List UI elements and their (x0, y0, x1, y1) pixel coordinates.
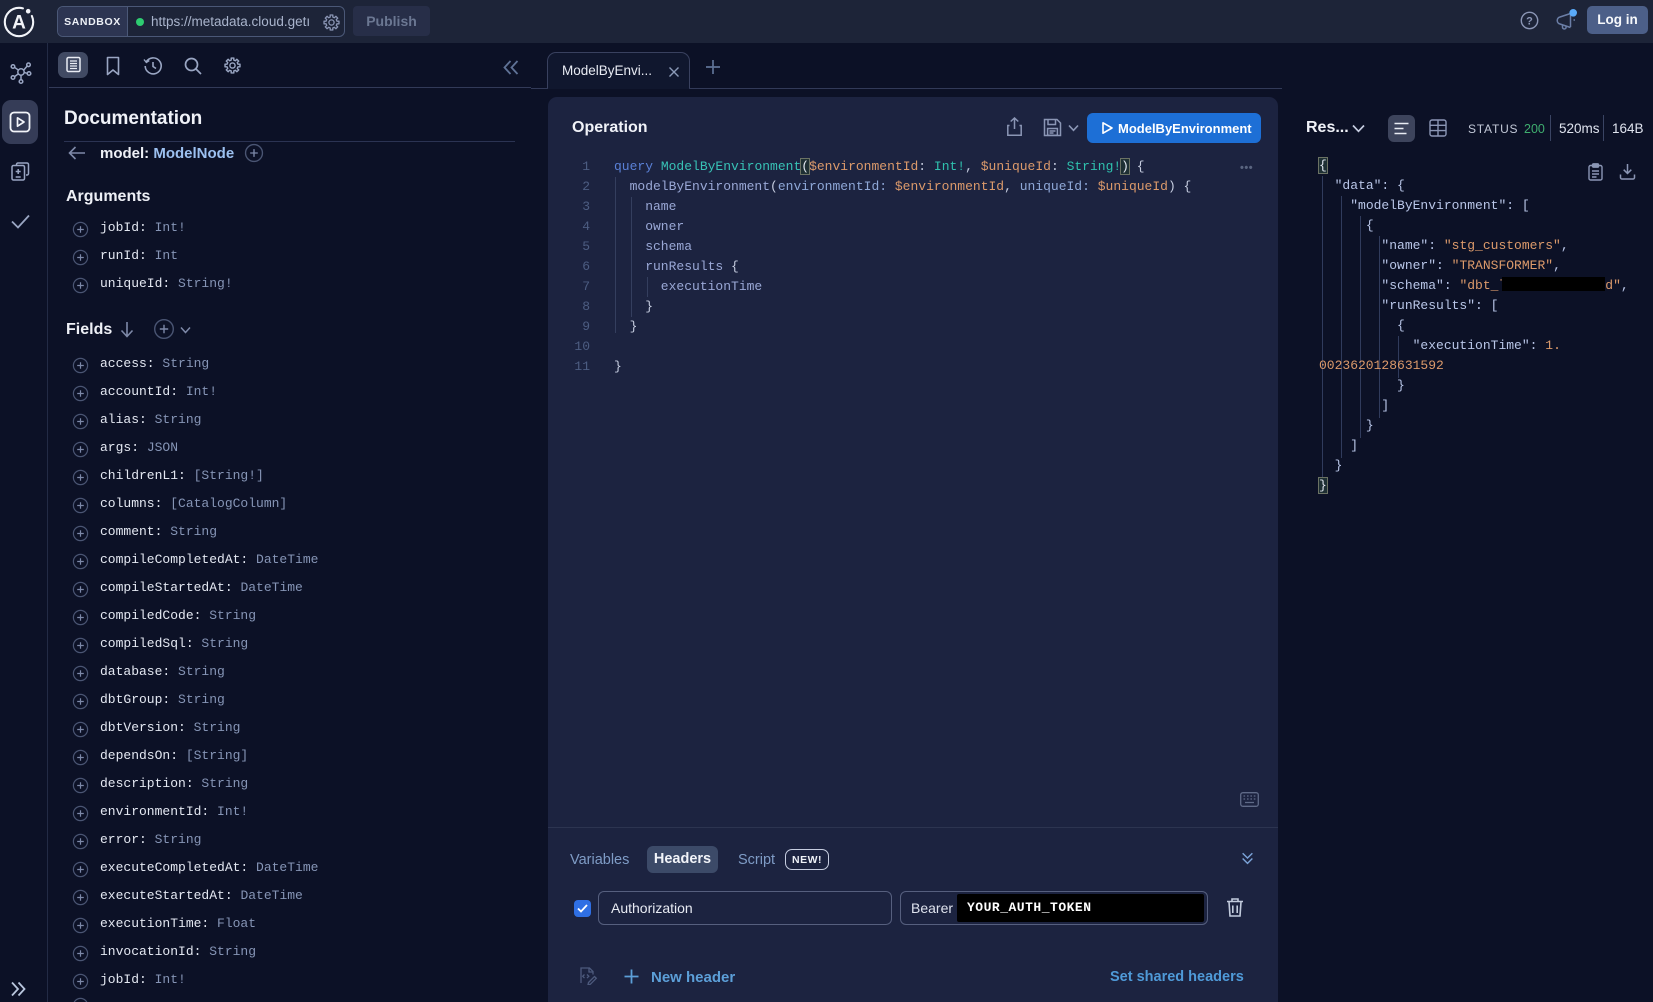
svg-text:A: A (12, 13, 26, 34)
svg-text:?: ? (1526, 16, 1533, 28)
